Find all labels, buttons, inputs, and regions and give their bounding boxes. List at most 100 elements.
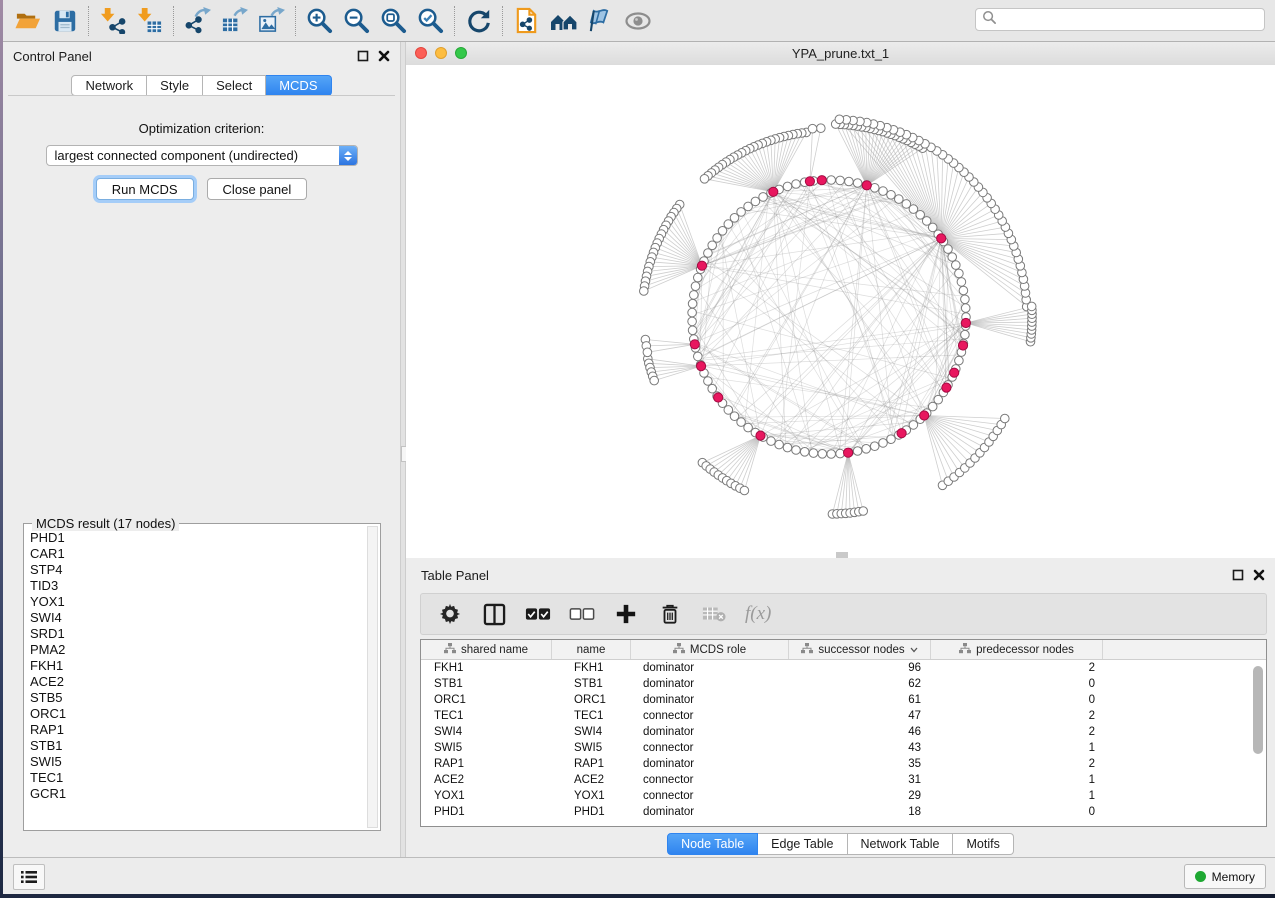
fx-label: f(x) <box>745 603 771 625</box>
tab-node-table[interactable]: Node Table <box>667 833 758 855</box>
mcds-result-item[interactable]: CAR1 <box>30 546 364 562</box>
network-view-window: YPA_prune.txt_1 <box>406 42 1275 558</box>
close-panel-icon[interactable] <box>378 49 390 67</box>
export-image-icon[interactable] <box>253 3 290 39</box>
show-columns-checked-icon[interactable] <box>525 601 551 627</box>
column-header-name[interactable]: name <box>552 640 631 659</box>
column-header-successor-nodes[interactable]: successor nodes <box>789 640 931 659</box>
close-panel-button[interactable]: Close panel <box>207 178 308 200</box>
table-row[interactable]: ORC1ORC1dominator610 <box>421 692 1266 708</box>
memory-label: Memory <box>1212 870 1255 884</box>
mcds-result-item[interactable]: SWI5 <box>30 754 364 770</box>
sort-chevron-icon[interactable] <box>910 644 918 656</box>
tab-network[interactable]: Network <box>71 75 147 96</box>
table-settings-gear-icon[interactable] <box>437 601 463 627</box>
refresh-icon[interactable] <box>460 3 497 39</box>
column-header-shared-name[interactable]: shared name <box>421 640 552 659</box>
table-row[interactable]: STB1STB1dominator620 <box>421 676 1266 692</box>
close-panel-icon[interactable] <box>1253 568 1265 586</box>
panel-menu-button[interactable] <box>13 864 45 890</box>
mcds-result-item[interactable]: PMA2 <box>30 642 364 658</box>
tab-select[interactable]: Select <box>203 75 266 96</box>
column-header-predecessor-nodes[interactable]: predecessor nodes <box>931 640 1103 659</box>
mcds-panel: Optimization criterion: largest connecte… <box>8 95 395 852</box>
network-graph[interactable] <box>406 65 1275 558</box>
mcds-result-item[interactable]: FKH1 <box>30 658 364 674</box>
mcds-result-item[interactable]: YOX1 <box>30 594 364 610</box>
import-table-icon[interactable] <box>131 3 168 39</box>
table-row[interactable]: ACE2ACE2connector311 <box>421 772 1266 788</box>
run-mcds-button[interactable]: Run MCDS <box>96 178 194 200</box>
main-toolbar <box>3 0 1275 42</box>
mcds-result-item[interactable]: ACE2 <box>30 674 364 690</box>
control-panel: Control Panel NetworkStyleSelectMCDS Opt… <box>3 42 400 858</box>
table-cell: 31 <box>789 774 931 786</box>
select-stepper-icon[interactable] <box>339 146 357 165</box>
network-canvas[interactable] <box>406 65 1275 558</box>
mcds-result-item[interactable]: TEC1 <box>30 770 364 786</box>
mcds-result-item[interactable]: SWI4 <box>30 610 364 626</box>
network-column-icon <box>673 643 685 657</box>
network-column-icon <box>801 643 813 657</box>
open-folder-icon[interactable] <box>9 3 46 39</box>
table-row[interactable]: YOX1YOX1connector291 <box>421 788 1266 804</box>
zoom-fit-icon[interactable] <box>375 3 412 39</box>
table-cell: 1 <box>931 774 1103 786</box>
zoom-in-icon[interactable] <box>301 3 338 39</box>
mcds-result-item[interactable]: STB1 <box>30 738 364 754</box>
selected-criterion-value: largest connected component (undirected) <box>55 148 299 163</box>
flag-icon[interactable] <box>582 3 619 39</box>
table-cell: dominator <box>631 662 789 674</box>
save-floppy-icon[interactable] <box>46 3 83 39</box>
network-window-titlebar[interactable]: YPA_prune.txt_1 <box>406 42 1275 66</box>
mcds-result-item[interactable]: SRD1 <box>30 626 364 642</box>
hide-columns-unchecked-icon[interactable] <box>569 601 595 627</box>
zoom-out-icon[interactable] <box>338 3 375 39</box>
tab-edge-table[interactable]: Edge Table <box>758 833 847 855</box>
column-header-MCDS-role[interactable]: MCDS role <box>631 640 789 659</box>
table-cell: 1 <box>931 790 1103 802</box>
delete-trash-icon[interactable] <box>657 601 683 627</box>
table-row[interactable]: PHD1PHD1dominator180 <box>421 804 1266 820</box>
table-row[interactable]: SWI4SWI4dominator462 <box>421 724 1266 740</box>
float-panel-icon[interactable] <box>1232 568 1244 586</box>
mcds-result-item[interactable]: ORC1 <box>30 706 364 722</box>
table-cell: 2 <box>931 726 1103 738</box>
zoom-check-icon[interactable] <box>412 3 449 39</box>
add-column-plus-icon[interactable] <box>613 601 639 627</box>
table-cell: FKH1 <box>552 662 631 674</box>
tab-style[interactable]: Style <box>147 75 203 96</box>
mcds-result-item[interactable]: PHD1 <box>30 530 364 546</box>
table-panel-title: Table Panel <box>421 568 489 583</box>
split-columns-icon[interactable] <box>481 601 507 627</box>
optimization-criterion-select[interactable]: largest connected component (undirected) <box>46 145 358 166</box>
table-cell: 62 <box>789 678 931 690</box>
document-share-icon[interactable] <box>508 3 545 39</box>
houses-icon[interactable] <box>545 3 582 39</box>
export-table-icon[interactable] <box>216 3 253 39</box>
export-network-icon[interactable] <box>179 3 216 39</box>
table-row[interactable]: FKH1FKH1dominator962 <box>421 660 1266 676</box>
mcds-result-item[interactable]: RAP1 <box>30 722 364 738</box>
memory-button[interactable]: Memory <box>1184 864 1266 889</box>
mcds-result-item[interactable]: STB5 <box>30 690 364 706</box>
table-cell: ACE2 <box>421 774 552 786</box>
mcds-result-item[interactable]: GCR1 <box>30 786 364 802</box>
search-input[interactable] <box>997 8 1264 31</box>
tab-mcds[interactable]: MCDS <box>266 75 331 96</box>
eye-icon[interactable] <box>619 3 656 39</box>
result-list-scrollbar[interactable] <box>367 526 378 828</box>
table-row[interactable]: TEC1TEC1connector472 <box>421 708 1266 724</box>
tab-network-table[interactable]: Network Table <box>848 833 954 855</box>
node-table[interactable]: shared namenameMCDS rolesuccessor nodesp… <box>420 639 1267 827</box>
float-panel-icon[interactable] <box>357 49 369 67</box>
table-scrollbar[interactable] <box>1253 666 1263 754</box>
tab-motifs[interactable]: Motifs <box>953 833 1013 855</box>
mcds-result-list[interactable]: PHD1CAR1STP4TID3YOX1SWI4SRD1PMA2FKH1ACE2… <box>30 530 364 826</box>
mcds-result-item[interactable]: STP4 <box>30 562 364 578</box>
search-field[interactable] <box>975 8 1265 31</box>
mcds-result-item[interactable]: TID3 <box>30 578 364 594</box>
table-row[interactable]: SWI5SWI5connector431 <box>421 740 1266 756</box>
import-network-icon[interactable] <box>94 3 131 39</box>
table-row[interactable]: RAP1RAP1dominator352 <box>421 756 1266 772</box>
